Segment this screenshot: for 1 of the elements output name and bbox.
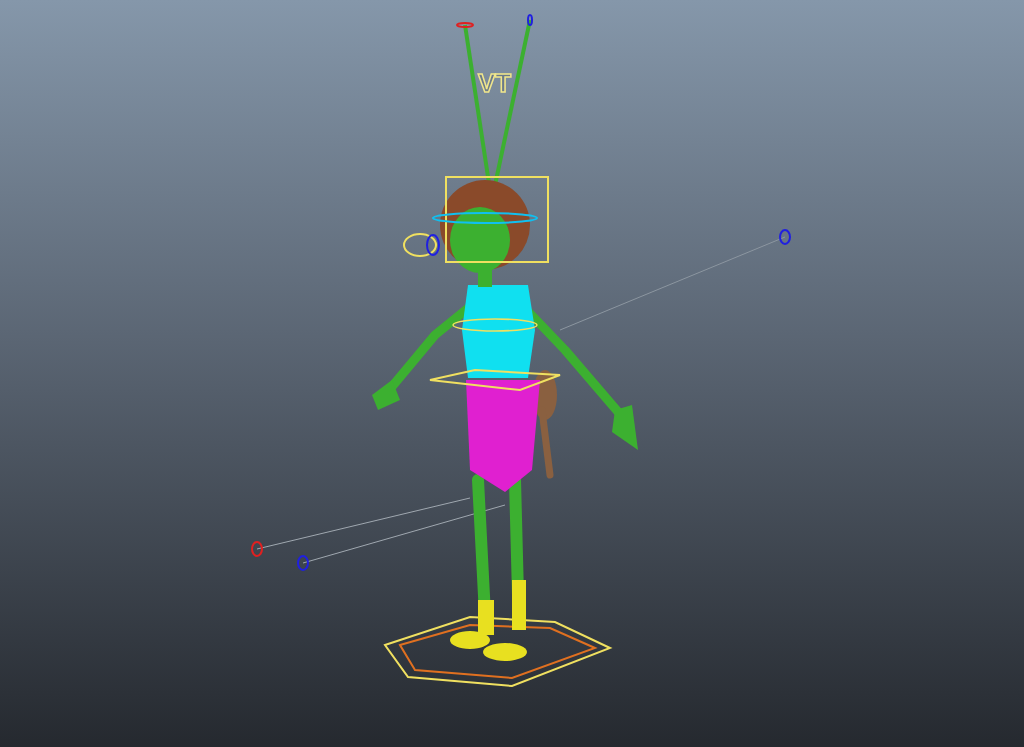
rig-label: VT [478, 70, 512, 96]
